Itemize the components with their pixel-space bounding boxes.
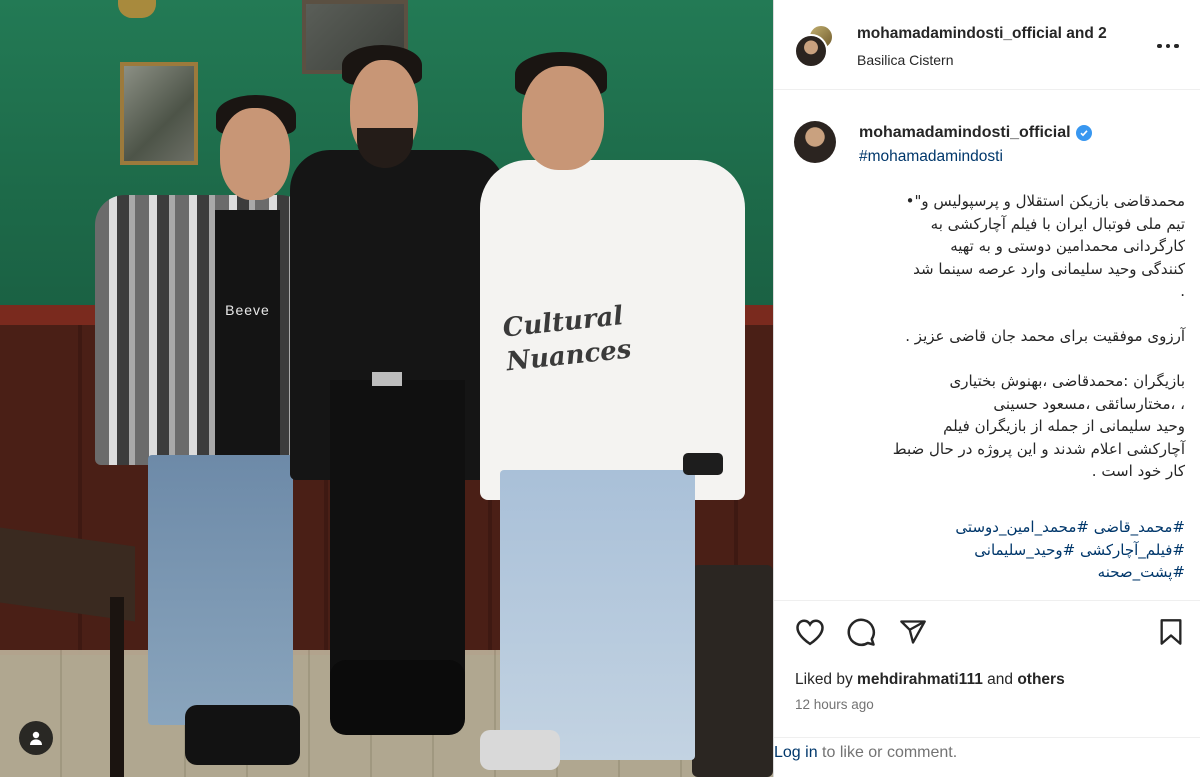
- caption-username[interactable]: mohamadamindosti_official: [859, 124, 1092, 142]
- post-header: mohamadamindosti_official and 2 Basilica…: [774, 0, 1200, 90]
- verified-badge-icon: [1075, 125, 1092, 141]
- liked-by-user[interactable]: mehdirahmati111: [857, 671, 983, 688]
- post-authors[interactable]: mohamadamindosti_official and 2: [857, 25, 1107, 43]
- collab-avatars[interactable]: [794, 24, 838, 68]
- caption-text: محمدقاضی بازیکن استقلال و پرسپولیس و"• ت…: [892, 192, 1185, 480]
- login-prompt: Log in to like or comment.: [774, 737, 1200, 777]
- bookmark-icon[interactable]: [1154, 615, 1188, 649]
- share-icon[interactable]: [896, 615, 930, 649]
- tshirt-text: Beeve: [225, 302, 270, 318]
- shirt-print: Cultural Nuances: [501, 301, 633, 378]
- caption-hashtags: #محمد_قاضی #محمد_امین_دوستی #فیلم_آچارکش…: [955, 518, 1185, 581]
- user-tag-icon[interactable]: [19, 721, 53, 755]
- comment-icon[interactable]: [844, 615, 878, 649]
- post-location[interactable]: Basilica Cistern: [857, 52, 953, 68]
- post-photo[interactable]: Beeve Cultural Nuances: [0, 0, 773, 777]
- caption-hashtag[interactable]: #mohamadamindosti: [859, 148, 1003, 166]
- post-caption: mohamadamindosti_official #mohamadamindo…: [774, 91, 1200, 600]
- post-timestamp[interactable]: 12 hours ago: [795, 697, 874, 712]
- wall-picture-frame: [120, 62, 198, 165]
- heart-icon[interactable]: [793, 615, 827, 649]
- likes-summary: Liked by mehdirahmati111 and others: [795, 671, 1065, 688]
- more-horizontal-icon[interactable]: [1157, 36, 1181, 56]
- avatar[interactable]: [794, 121, 836, 163]
- login-link[interactable]: Log in: [774, 744, 818, 761]
- post-actions: Liked by mehdirahmati111 and others 12 h…: [774, 600, 1200, 777]
- likes-others-link[interactable]: others: [1017, 671, 1064, 688]
- post-side-panel: mohamadamindosti_official and 2 Basilica…: [773, 0, 1200, 777]
- avatar[interactable]: [794, 34, 828, 68]
- cafe-chair: [692, 565, 773, 777]
